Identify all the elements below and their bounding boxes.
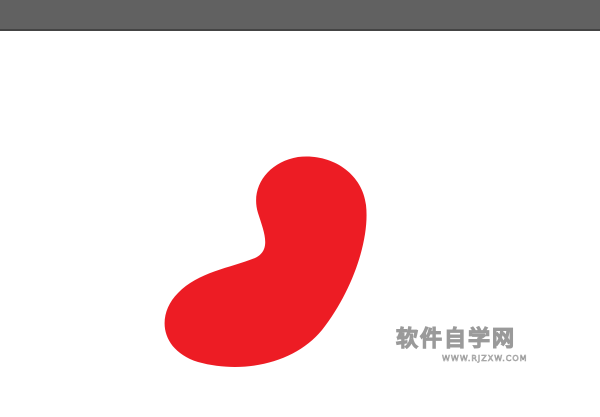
watermark-title: 软件自学网: [395, 327, 517, 352]
watermark: 软件自学网 WWW.RJZXW.COM: [395, 327, 536, 368]
watermark-url: WWW.RJZXW.COM: [442, 354, 528, 364]
red-bean-shape[interactable]: [164, 156, 367, 367]
app-window: 软件自学网 WWW.RJZXW.COM: [0, 0, 600, 417]
